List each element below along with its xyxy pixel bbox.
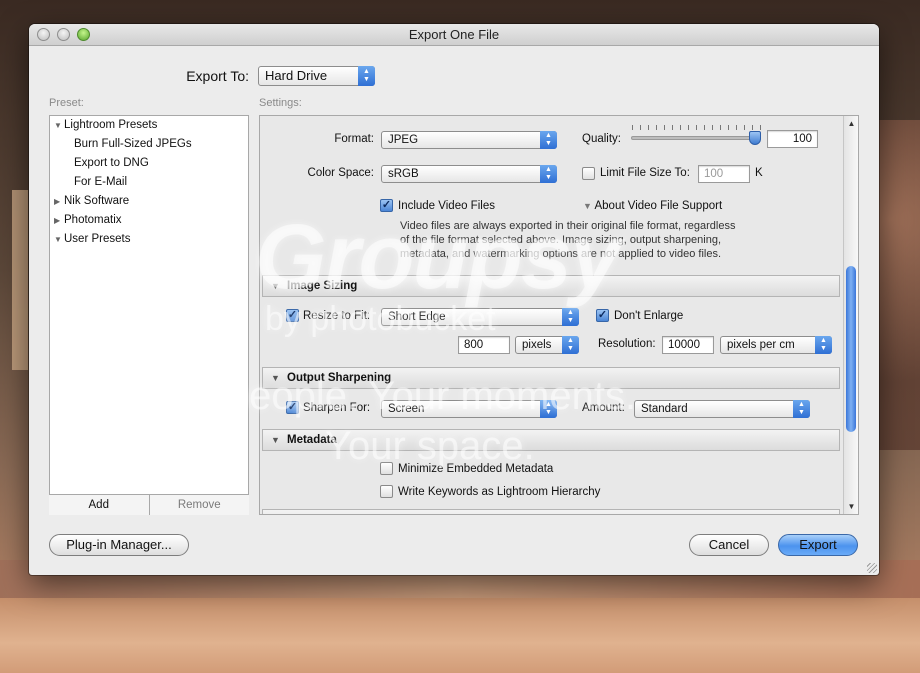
- sharpen-for-popup[interactable]: Screen ▲ ▼: [381, 400, 557, 418]
- disclosure-open-icon: ▼: [583, 201, 592, 211]
- preset-item-burn-jpegs[interactable]: Burn Full-Sized JPEGs: [74, 138, 192, 150]
- limit-file-size-label: Limit File Size To:: [600, 167, 690, 179]
- size-unit-popup[interactable]: pixels ▲ ▼: [515, 336, 579, 354]
- include-video-checkbox[interactable]: ✓: [380, 199, 393, 212]
- export-button[interactable]: Export: [778, 534, 858, 556]
- popup-arrows-icon: ▲ ▼: [793, 400, 810, 418]
- video-note-line-2: of the file format selected above. Image…: [400, 234, 722, 246]
- color-space-popup[interactable]: sRGB ▲ ▼: [381, 165, 557, 183]
- quality-field[interactable]: 100: [767, 130, 818, 148]
- disclosure-open-icon: ▼: [271, 435, 280, 445]
- output-sharpening-header[interactable]: ▼ Output Sharpening: [262, 367, 840, 389]
- format-label: Format:: [334, 133, 374, 145]
- disclosure-open-icon: ▼: [54, 121, 62, 130]
- popup-arrows-icon: ▲ ▼: [815, 336, 832, 354]
- amount-popup[interactable]: Standard ▲ ▼: [634, 400, 810, 418]
- preset-buttons: Add Remove: [49, 494, 249, 515]
- resize-grip-icon[interactable]: [867, 563, 877, 573]
- next-section-header[interactable]: [262, 509, 840, 514]
- amount-label: Amount:: [582, 402, 625, 414]
- background-sidewalk: [0, 598, 920, 673]
- popup-arrows-icon: ▲ ▼: [540, 165, 557, 183]
- plugin-manager-button[interactable]: Plug-in Manager...: [49, 534, 189, 556]
- disclosure-closed-icon: ▶: [54, 216, 61, 225]
- sharpen-for-label: Sharpen For:: [303, 402, 371, 414]
- resize-to-fit-checkbox[interactable]: ✓: [286, 309, 299, 322]
- write-keywords-label: Write Keywords as Lightroom Hierarchy: [398, 486, 601, 498]
- sharpen-for-checkbox[interactable]: ✓: [286, 401, 299, 414]
- minimize-metadata-label: Minimize Embedded Metadata: [398, 463, 554, 475]
- scroll-thumb[interactable]: [846, 266, 856, 432]
- write-keywords-checkbox[interactable]: [380, 485, 393, 498]
- quality-slider[interactable]: [631, 136, 761, 140]
- limit-file-size-checkbox[interactable]: [582, 167, 595, 180]
- disclosure-closed-icon: ▶: [54, 197, 61, 206]
- title-bar[interactable]: Export One File: [29, 24, 879, 46]
- scroll-down-icon[interactable]: ▼: [844, 500, 858, 514]
- zoom-button[interactable]: [77, 28, 90, 41]
- image-sizing-header[interactable]: ▼ Image Sizing: [262, 275, 840, 297]
- resize-to-fit-popup[interactable]: Short Edge ▲ ▼: [381, 308, 579, 326]
- popup-arrows-icon: ▲ ▼: [358, 66, 375, 86]
- popup-arrows-icon: ▲ ▼: [540, 131, 557, 149]
- remove-preset-button[interactable]: Remove: [148, 495, 250, 515]
- color-space-label: Color Space:: [307, 167, 374, 179]
- export-dialog: Export One File Export To: Hard Drive ▲ ▼…: [29, 24, 879, 575]
- resize-to-fit-label: Resize to Fit:: [303, 310, 371, 322]
- preset-item-email[interactable]: For E-Mail: [74, 176, 127, 188]
- quality-slider-ticks: [632, 125, 762, 130]
- dont-enlarge-checkbox[interactable]: ✓: [596, 309, 609, 322]
- popup-arrows-icon: ▲ ▼: [540, 400, 557, 418]
- metadata-header[interactable]: ▼ Metadata: [262, 429, 840, 451]
- limit-file-size-field[interactable]: 100: [698, 165, 750, 183]
- preset-group-nik[interactable]: ▶ Nik Software: [54, 195, 129, 207]
- quality-label: Quality:: [582, 133, 621, 145]
- add-preset-button[interactable]: Add: [49, 495, 149, 515]
- popup-arrows-icon: ▲ ▼: [562, 336, 579, 354]
- disclosure-open-icon: ▼: [54, 235, 62, 244]
- preset-label: Preset:: [49, 97, 84, 109]
- window-title: Export One File: [408, 27, 500, 42]
- include-video-label: Include Video Files: [398, 200, 495, 212]
- preset-group-user[interactable]: ▼ User Presets: [54, 233, 130, 245]
- quality-slider-knob[interactable]: [749, 131, 761, 145]
- minimize-button[interactable]: [57, 28, 70, 41]
- preset-group-photomatix[interactable]: ▶ Photomatix: [54, 214, 122, 226]
- video-note-line-3: metadata, and watermarking options are n…: [400, 248, 722, 260]
- minimize-metadata-checkbox[interactable]: [380, 462, 393, 475]
- cancel-button[interactable]: Cancel: [689, 534, 769, 556]
- export-to-popup[interactable]: Hard Drive ▲ ▼: [258, 66, 375, 86]
- about-video-disclosure[interactable]: ▼ About Video File Support: [583, 200, 722, 212]
- preset-item-export-dng[interactable]: Export to DNG: [74, 157, 149, 169]
- window-controls: [37, 28, 90, 41]
- resolution-unit-popup[interactable]: pixels per cm ▲ ▼: [720, 336, 832, 354]
- resolution-label: Resolution:: [598, 338, 656, 350]
- dont-enlarge-label: Don't Enlarge: [614, 310, 684, 322]
- settings-panel: Format: JPEG ▲ ▼ Quality: 100 Color Space…: [259, 115, 859, 515]
- disclosure-open-icon: ▼: [271, 373, 280, 383]
- resolution-field[interactable]: 10000: [662, 336, 714, 354]
- preset-list: ▼ Lightroom Presets Burn Full-Sized JPEGs…: [49, 115, 249, 515]
- export-to-label: Export To:: [186, 68, 249, 84]
- close-button[interactable]: [37, 28, 50, 41]
- format-popup[interactable]: JPEG ▲ ▼: [381, 131, 557, 149]
- video-note-line-1: Video files are always exported in their…: [400, 220, 736, 232]
- background-post: [12, 190, 28, 370]
- settings-scrollbar[interactable]: ▲ ▼: [843, 116, 858, 514]
- popup-arrows-icon: ▲ ▼: [562, 308, 579, 326]
- scroll-up-icon[interactable]: ▲: [844, 117, 858, 131]
- disclosure-open-icon: ▼: [271, 281, 280, 291]
- settings-label: Settings:: [259, 97, 302, 109]
- export-to-value: Hard Drive: [265, 68, 328, 83]
- size-field[interactable]: 800: [458, 336, 510, 354]
- preset-group-lightroom[interactable]: ▼ Lightroom Presets: [54, 119, 157, 131]
- limit-file-size-unit: K: [755, 167, 763, 179]
